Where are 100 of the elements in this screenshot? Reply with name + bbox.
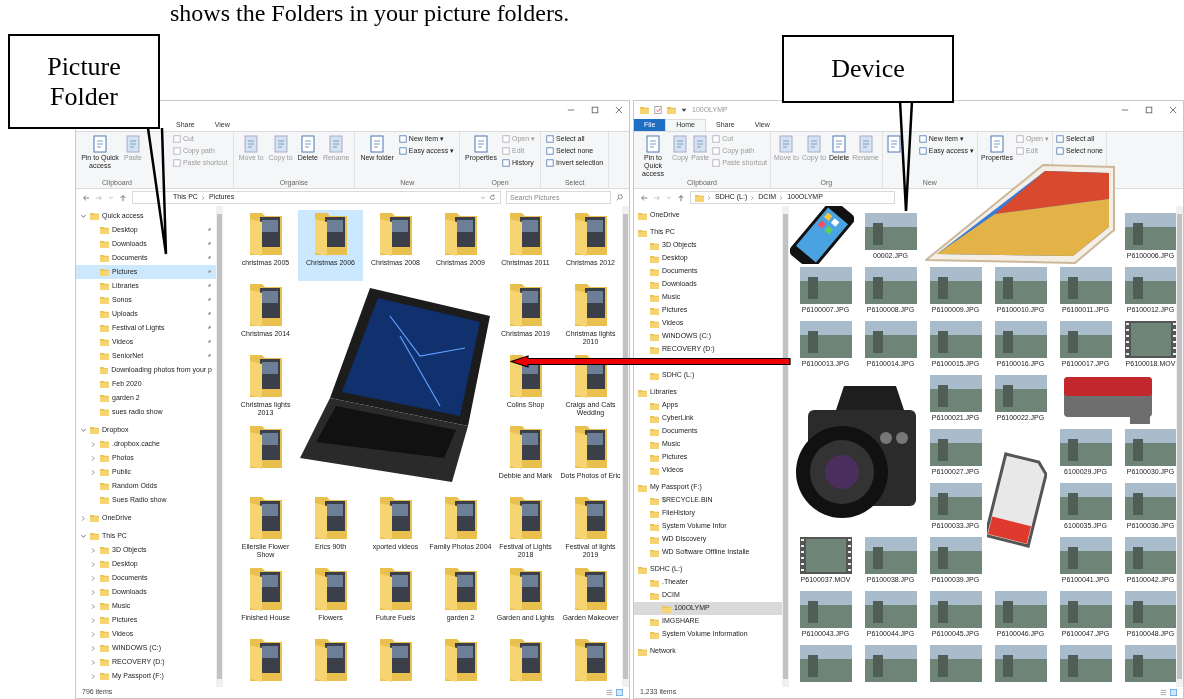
folder-icon	[695, 193, 704, 202]
details-view-icon[interactable]	[606, 689, 613, 696]
command-icon	[124, 135, 141, 153]
minimize-icon[interactable]	[1121, 106, 1129, 114]
chevron-icon[interactable]	[90, 630, 97, 638]
up-icon[interactable]	[677, 193, 685, 202]
chevron-icon[interactable]	[90, 468, 97, 476]
command-icon	[778, 135, 795, 153]
folder-icon	[100, 468, 109, 476]
ribbon-button[interactable]	[884, 134, 903, 154]
chevron-icon[interactable]	[90, 644, 97, 652]
folder-icon	[650, 345, 659, 354]
folder-icon	[100, 310, 109, 318]
refresh-icon[interactable]	[489, 194, 496, 201]
chevron-icon[interactable]	[707, 194, 712, 201]
icons-view-icon[interactable]	[616, 689, 623, 696]
photo-thumbnail	[1124, 213, 1176, 250]
photo-thumbnail	[1124, 645, 1176, 682]
chevron-icon[interactable]	[90, 588, 97, 596]
command-icon	[272, 135, 289, 153]
folder-icon	[638, 211, 647, 220]
folder-icon	[100, 546, 109, 554]
chevron-icon[interactable]	[90, 672, 97, 680]
chevron-icon[interactable]	[90, 546, 97, 554]
scrollbar[interactable]	[216, 206, 223, 687]
folder-icon	[650, 319, 659, 328]
folder-icon	[650, 371, 659, 380]
details-view-icon[interactable]	[1160, 689, 1167, 696]
folder-icon	[650, 496, 659, 505]
photo-thumbnail	[1059, 267, 1112, 304]
photo-thumbnail	[929, 267, 982, 304]
photo-thumbnail	[929, 645, 982, 682]
minimize-icon[interactable]	[567, 106, 575, 114]
command-icon	[299, 135, 316, 153]
folder-icon	[100, 672, 109, 680]
command-icon	[988, 135, 1005, 153]
search-icon[interactable]	[616, 194, 623, 201]
close-icon[interactable]	[1169, 106, 1177, 114]
properties-icon[interactable]	[654, 106, 662, 114]
folder-icon	[100, 630, 109, 638]
folder-icon	[90, 532, 99, 540]
folder-icon	[100, 616, 109, 624]
scrollbar[interactable]	[782, 206, 789, 687]
folder-icon	[100, 482, 109, 490]
folder-icon[interactable]	[640, 106, 649, 114]
folder-icon	[100, 440, 109, 448]
folder-icon	[638, 483, 647, 492]
up-icon[interactable]	[119, 193, 127, 202]
chevron-icon[interactable]	[90, 658, 97, 666]
chevron-icon[interactable]	[90, 440, 97, 448]
chevron-icon[interactable]	[90, 574, 97, 582]
chevron-icon[interactable]	[80, 212, 87, 220]
folder-icon	[100, 454, 109, 462]
caret-icon[interactable]	[681, 107, 687, 113]
chevron-icon[interactable]	[90, 454, 97, 462]
photo-thumbnail	[864, 213, 917, 250]
chevron-icon[interactable]	[90, 602, 97, 610]
close-icon[interactable]	[615, 106, 623, 114]
command-icon	[805, 135, 822, 153]
photo-thumbnail	[994, 591, 1047, 628]
folder-icon	[650, 241, 659, 250]
photo-thumbnail	[864, 267, 917, 304]
chevron-icon[interactable]	[200, 194, 206, 201]
chevron-icon[interactable]	[80, 514, 87, 522]
back-icon[interactable]	[82, 193, 90, 202]
chevron-icon[interactable]	[90, 616, 97, 624]
folder-icon	[650, 414, 659, 423]
folder-icon	[667, 106, 676, 114]
maximize-icon[interactable]	[1145, 106, 1153, 114]
photo-thumbnail	[1059, 591, 1112, 628]
folder-icon	[100, 254, 109, 262]
command-icon	[243, 135, 260, 153]
folder-icon	[100, 380, 109, 388]
photo-thumbnail	[929, 429, 982, 466]
photo-thumbnail	[799, 591, 852, 628]
chevron-icon[interactable]	[779, 194, 785, 201]
scrollbar[interactable]	[1176, 206, 1183, 687]
forward-icon[interactable]	[95, 193, 103, 202]
folder-icon	[650, 293, 659, 302]
chevron-icon[interactable]	[80, 532, 87, 540]
folder-icon	[650, 578, 659, 587]
maximize-icon[interactable]	[591, 106, 599, 114]
callout: Device	[782, 35, 954, 103]
scrollbar[interactable]	[622, 206, 629, 687]
folder-icon	[100, 574, 109, 582]
photo-thumbnail	[1124, 483, 1176, 520]
folder-icon	[650, 466, 659, 475]
command-icon	[857, 135, 874, 153]
chevron-icon[interactable]	[750, 194, 756, 201]
forward-icon[interactable]	[653, 193, 661, 202]
folder-icon	[100, 268, 109, 276]
smartphone-drawing	[790, 206, 854, 264]
photo-thumbnail	[929, 483, 982, 520]
back-icon[interactable]	[640, 193, 648, 202]
command-icon	[473, 135, 490, 153]
chevron-icon[interactable]	[80, 426, 87, 434]
chevron-icon[interactable]	[90, 560, 97, 568]
icons-view-icon[interactable]	[1170, 689, 1177, 696]
photo-thumbnail	[799, 267, 852, 304]
photo-thumbnail	[994, 375, 1047, 412]
